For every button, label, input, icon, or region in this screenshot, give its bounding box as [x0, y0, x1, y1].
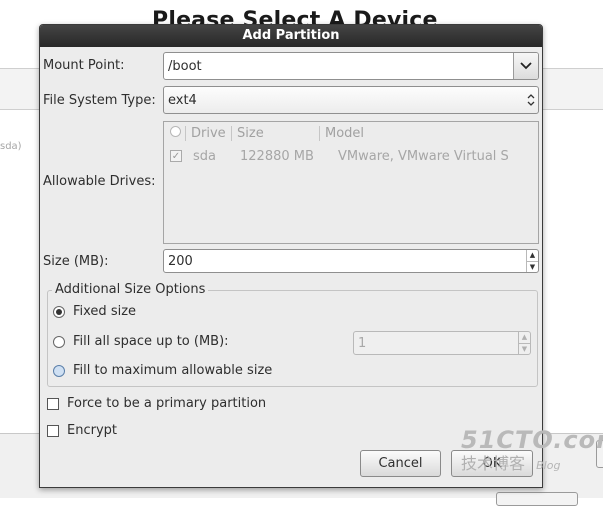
fill-up-to-spinbox[interactable]: 1 ▲ ▼ [353, 331, 531, 355]
radio-unselected-icon [53, 364, 65, 377]
background-button-lower[interactable] [496, 492, 578, 506]
size-column-header[interactable]: Size [232, 125, 320, 141]
fill-up-to-spinner-buttons[interactable]: ▲ ▼ [518, 332, 530, 354]
allowable-drives-label: Allowable Drives: [43, 174, 156, 189]
fixed-size-label: Fixed size [73, 304, 137, 319]
model-column-header[interactable]: Model [320, 126, 364, 141]
mount-point-value: /boot [168, 58, 202, 74]
fill-up-to-value: 1 [358, 335, 367, 351]
primary-partition-label: Force to be a primary partition [67, 396, 267, 411]
spin-up-icon[interactable]: ▲ [527, 250, 538, 261]
size-options-title: Additional Size Options [52, 282, 209, 297]
dialog-title: Add Partition [40, 25, 542, 47]
fs-type-select[interactable]: ext4 [163, 86, 539, 114]
encrypt-checkbox[interactable]: Encrypt [47, 423, 117, 438]
chevron-down-icon [520, 62, 532, 70]
drives-table-header: Drive Size Model [164, 122, 538, 144]
additional-size-options-group: Additional Size Options Fixed size Fill … [47, 282, 538, 387]
drive-column-header[interactable]: Drive [186, 125, 232, 141]
spin-down-icon[interactable]: ▼ [527, 260, 538, 273]
drive-cell: sda [193, 148, 216, 164]
mount-point-combo[interactable]: /boot [163, 52, 539, 80]
size-spinbox[interactable]: 200 ▲ ▼ [163, 249, 539, 273]
watermark-logo: 51CTO.com 技术博客 Blog [461, 426, 603, 482]
watermark-blog: Blog [536, 459, 561, 472]
spin-down-icon[interactable]: ▼ [519, 342, 530, 355]
drive-checkbox[interactable]: ✓ [170, 150, 182, 162]
radio-selected-icon [53, 305, 65, 318]
select-column-header[interactable] [164, 125, 186, 141]
size-label: Size (MB): [43, 254, 109, 269]
size-cell: 122880 MB [240, 148, 314, 164]
fill-max-label: Fill to maximum allowable size [73, 363, 273, 378]
encrypt-label: Encrypt [67, 423, 117, 438]
fs-type-value: ext4 [168, 92, 197, 108]
up-down-arrows-icon [524, 87, 538, 113]
fill-up-to-radio[interactable]: Fill all space up to (MB): [53, 334, 229, 349]
allowable-drives-table: Drive Size Model ✓ sda 122880 MB VMware,… [163, 121, 539, 244]
add-partition-dialog: Add Partition Mount Point: /boot File Sy… [39, 24, 543, 488]
radio-unselected-icon [53, 335, 65, 348]
background-device-label: sda) [0, 141, 22, 152]
checkbox-icon [47, 397, 59, 410]
watermark-subtext: 技术博客 [461, 454, 526, 473]
spin-up-icon[interactable]: ▲ [519, 332, 530, 343]
table-row[interactable]: ✓ sda 122880 MB VMware, VMware Virtual S [164, 144, 538, 168]
primary-partition-checkbox[interactable]: Force to be a primary partition [47, 396, 266, 411]
fill-max-radio[interactable]: Fill to maximum allowable size [53, 363, 272, 378]
cancel-button[interactable]: Cancel [360, 450, 441, 477]
model-cell: VMware, VMware Virtual S [338, 148, 509, 164]
size-spinner-buttons[interactable]: ▲ ▼ [526, 250, 538, 272]
fs-type-label: File System Type: [43, 93, 156, 108]
mount-point-dropdown-button[interactable] [513, 53, 538, 79]
checkbox-icon [47, 424, 59, 437]
mount-point-label: Mount Point: [43, 58, 125, 73]
fill-up-to-label: Fill all space up to (MB): [73, 334, 229, 349]
size-value: 200 [168, 253, 193, 269]
fixed-size-radio[interactable]: Fixed size [53, 304, 136, 319]
